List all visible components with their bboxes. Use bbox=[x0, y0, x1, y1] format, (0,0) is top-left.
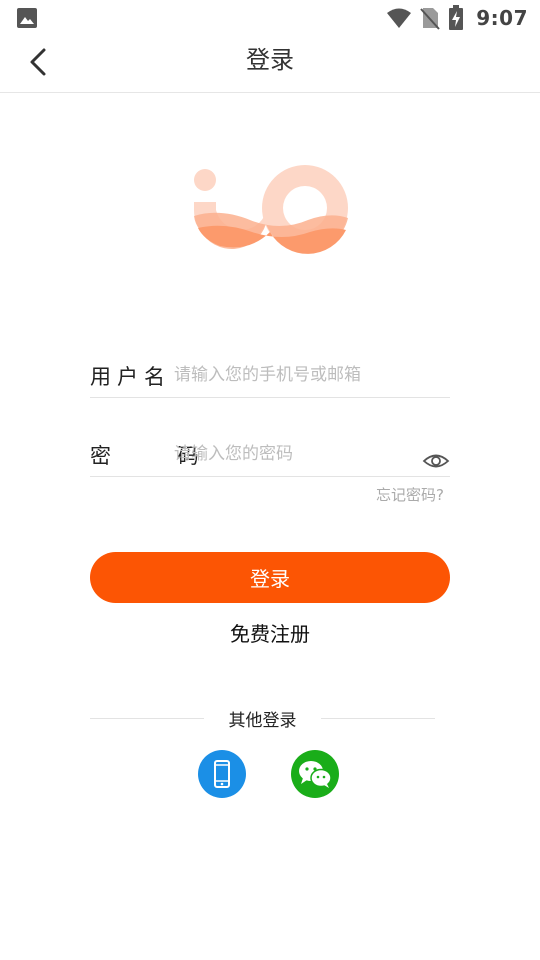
status-icons: 9:07 bbox=[386, 4, 528, 32]
gallery-icon bbox=[17, 8, 37, 28]
username-label: 用户名 bbox=[90, 365, 171, 389]
divider-line-right bbox=[321, 718, 435, 719]
wechat-login-button[interactable] bbox=[291, 750, 339, 798]
page-title: 登录 bbox=[246, 46, 294, 74]
forgot-password-link[interactable]: 忘记密码? bbox=[376, 484, 444, 505]
app-logo bbox=[194, 165, 348, 254]
header-bar: 登录 bbox=[0, 36, 540, 93]
status-bar: 9:07 bbox=[0, 0, 540, 36]
username-input[interactable] bbox=[174, 359, 414, 391]
wifi-icon bbox=[387, 8, 412, 28]
register-link[interactable]: 免费注册 bbox=[0, 618, 540, 647]
other-login-divider: 其他登录 bbox=[90, 706, 435, 731]
password-input[interactable] bbox=[174, 438, 414, 470]
eye-icon[interactable] bbox=[422, 450, 450, 472]
login-button[interactable]: 登录 bbox=[90, 552, 450, 603]
phone-login-button[interactable] bbox=[198, 750, 246, 798]
username-row: 用户名 bbox=[90, 345, 450, 398]
password-row: 密 码 bbox=[90, 424, 450, 477]
wechat-icon bbox=[299, 761, 332, 788]
status-time: 9:07 bbox=[476, 6, 528, 30]
battery-charging-icon bbox=[449, 5, 464, 30]
no-sim-icon bbox=[420, 8, 440, 30]
phone-icon bbox=[214, 760, 230, 788]
